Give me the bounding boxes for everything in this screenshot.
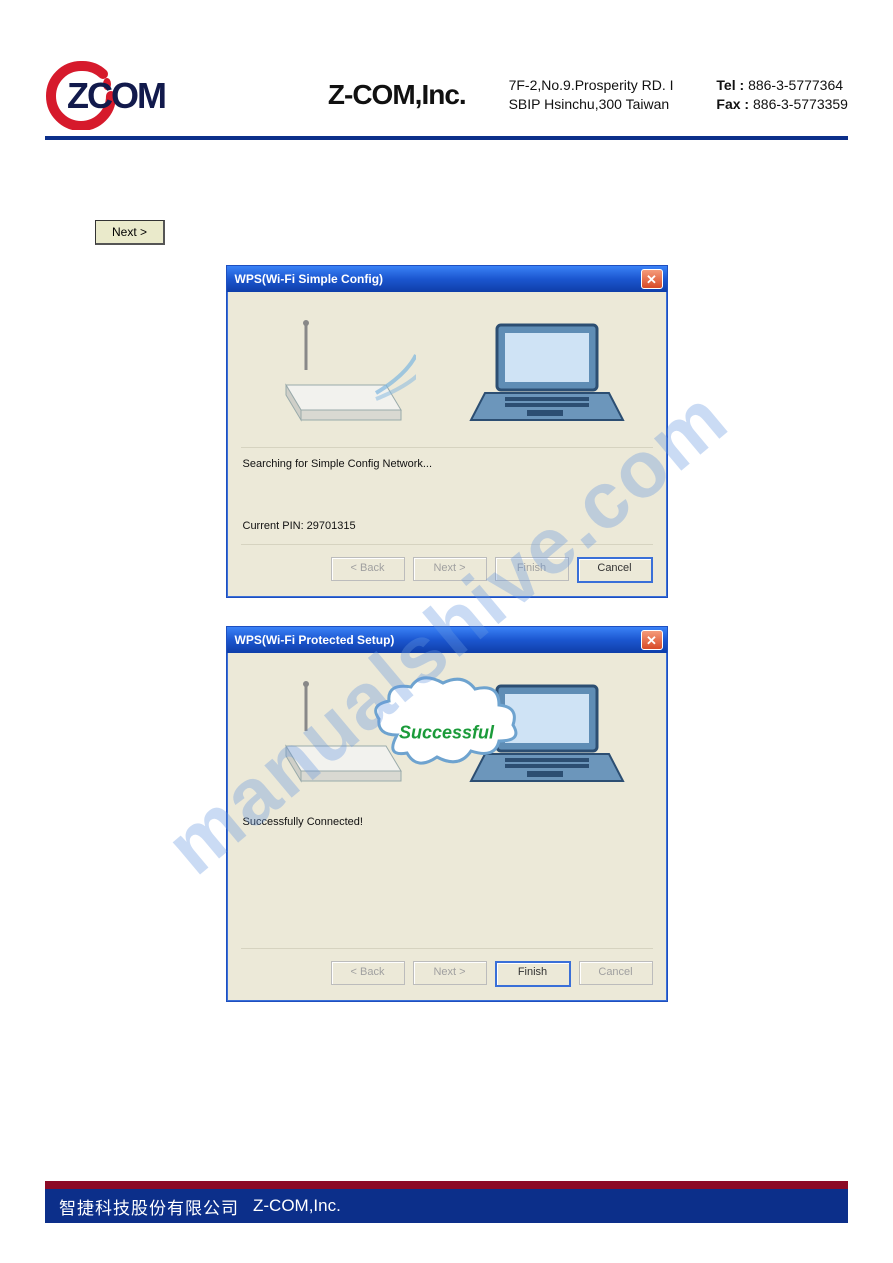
footer: 智捷科技股份有限公司 Z-COM,Inc.	[45, 1181, 848, 1223]
back-button: < Back	[331, 961, 405, 985]
illustration-area	[241, 302, 653, 448]
close-button[interactable]: ✕	[641, 269, 663, 289]
titlebar[interactable]: WPS(Wi-Fi Protected Setup) ✕	[227, 627, 667, 653]
letterhead: ZCOM Z-COM,Inc. 7F-2,No.9.Prosperity RD.…	[45, 60, 848, 140]
laptop-icon	[467, 315, 627, 435]
contact-block: Tel : 886-3-5777364 Fax : 886-3-5773359	[716, 76, 848, 114]
fax-label: Fax :	[716, 96, 749, 112]
tel-value: 886-3-5777364	[748, 77, 843, 93]
svg-text:ZCOM: ZCOM	[67, 75, 165, 116]
footer-company-en: Z-COM,Inc.	[253, 1196, 341, 1216]
button-row: < Back Next > Finish Cancel	[241, 544, 653, 583]
back-button: < Back	[331, 557, 405, 581]
close-button[interactable]: ✕	[641, 630, 663, 650]
cancel-button[interactable]: Cancel	[577, 557, 653, 583]
address: 7F-2,No.9.Prosperity RD. I SBIP Hsinchu,…	[509, 76, 674, 114]
zcom-logo-icon: ZCOM	[45, 60, 285, 130]
dialog-title: WPS(Wi-Fi Protected Setup)	[235, 633, 395, 647]
status-text: Searching for Simple Config Network...	[243, 458, 653, 470]
close-icon: ✕	[646, 273, 657, 286]
status-text: Successfully Connected!	[243, 816, 653, 828]
illustration-area: Successful	[241, 663, 653, 808]
button-row: < Back Next > Finish Cancel	[241, 948, 653, 987]
finish-button[interactable]: Finish	[495, 961, 571, 987]
close-icon: ✕	[646, 634, 657, 647]
address-line-1: 7F-2,No.9.Prosperity RD. I	[509, 76, 674, 95]
wps-protected-setup-dialog: WPS(Wi-Fi Protected Setup) ✕ Succ	[226, 626, 668, 1002]
finish-button: Finish	[495, 557, 569, 581]
titlebar[interactable]: WPS(Wi-Fi Simple Config) ✕	[227, 266, 667, 292]
current-pin: Current PIN: 29701315	[243, 520, 653, 532]
next-button: Next >	[413, 961, 487, 985]
cancel-button: Cancel	[579, 961, 653, 985]
dialog-title: WPS(Wi-Fi Simple Config)	[235, 272, 384, 286]
company-name: Z-COM,Inc.	[328, 79, 466, 111]
fax-value: 886-3-5773359	[753, 96, 848, 112]
router-icon	[266, 315, 416, 435]
next-button: Next >	[413, 557, 487, 581]
address-line-2: SBIP Hsinchu,300 Taiwan	[509, 95, 674, 114]
footer-company-cn: 智捷科技股份有限公司	[59, 1194, 239, 1219]
successful-label: Successful	[399, 722, 494, 743]
logo: ZCOM	[45, 60, 285, 130]
next-button[interactable]: Next >	[95, 220, 165, 245]
wps-simple-config-dialog: WPS(Wi-Fi Simple Config) ✕	[226, 265, 668, 598]
tel-label: Tel :	[716, 77, 744, 93]
